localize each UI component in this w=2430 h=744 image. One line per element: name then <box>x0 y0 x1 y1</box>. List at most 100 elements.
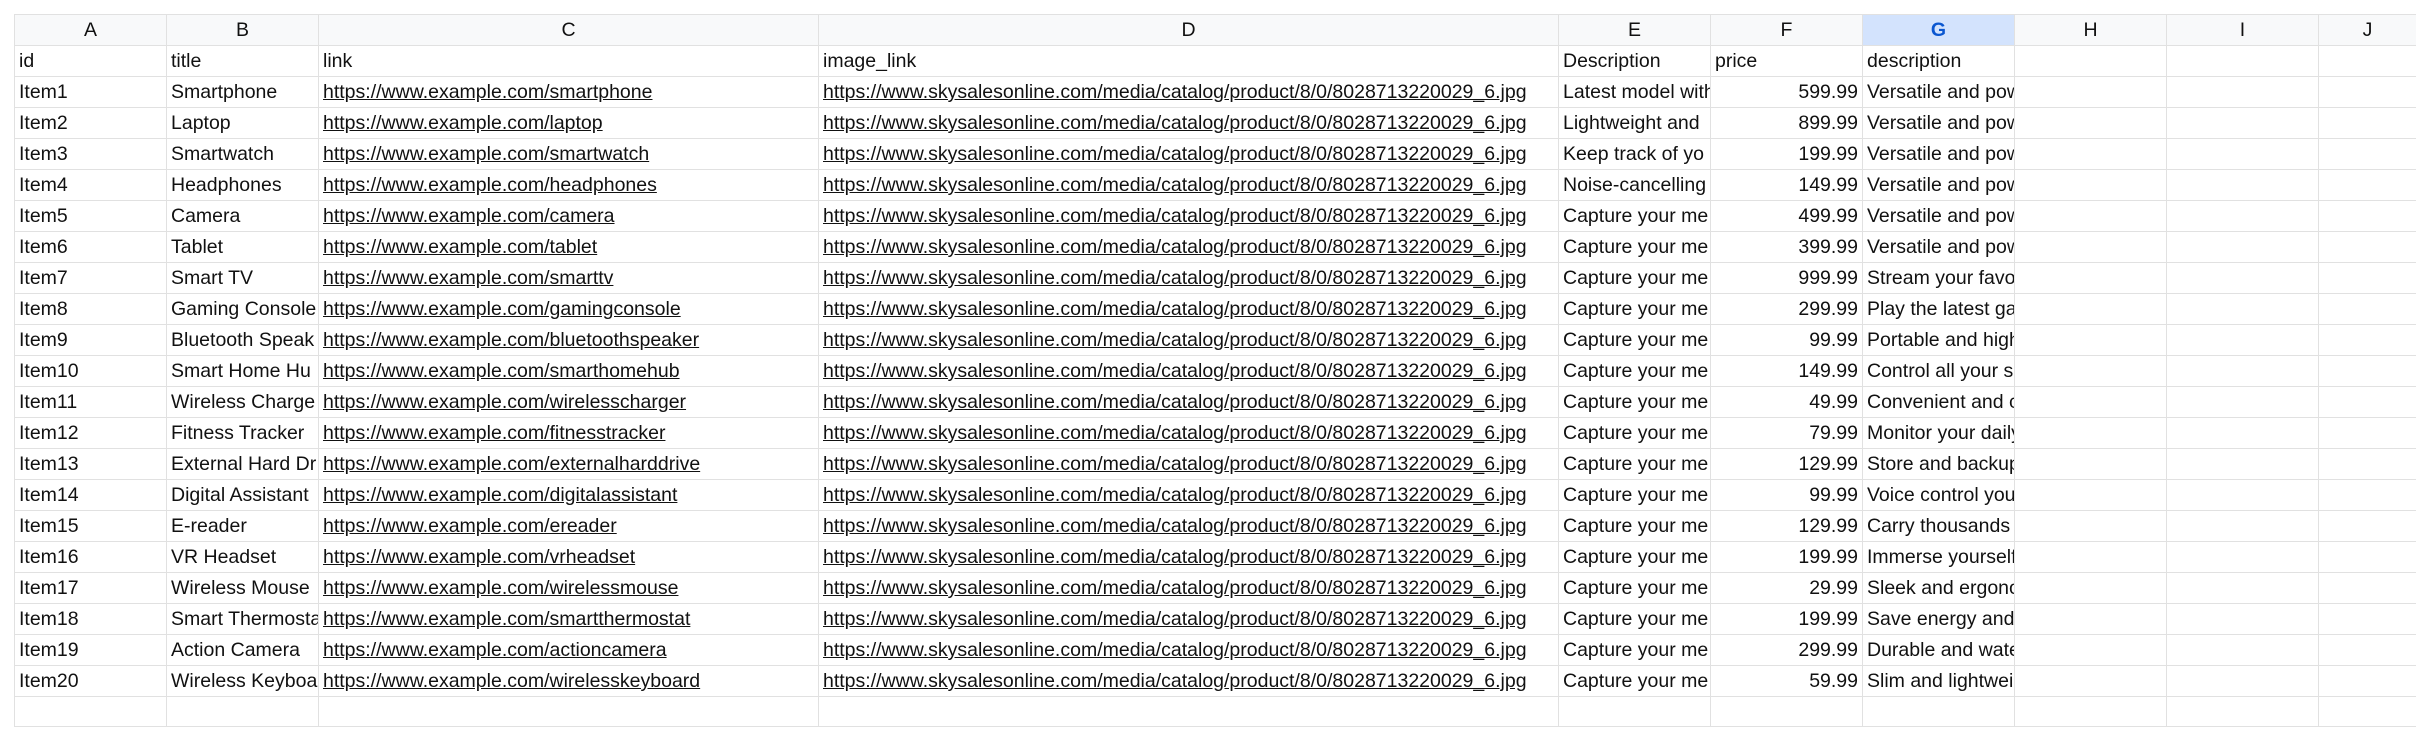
cell-description[interactable]: Durable and waterproof for all your adve… <box>1862 634 2015 666</box>
empty-cell[interactable] <box>2318 634 2416 666</box>
empty-cell[interactable] <box>2014 510 2167 542</box>
empty-cell[interactable] <box>2166 634 2319 666</box>
cell-description[interactable]: Capture your me <box>1558 231 1711 263</box>
cell-image-link[interactable]: https://www.skysalesonline.com/media/cat… <box>818 138 1559 170</box>
cell-link[interactable]: https://www.example.com/headphones <box>318 169 819 201</box>
cell-image-link[interactable]: https://www.skysalesonline.com/media/cat… <box>818 200 1559 232</box>
column-header-b[interactable]: B <box>166 14 319 46</box>
cell-description[interactable]: Capture your me <box>1558 603 1711 635</box>
cell-id[interactable]: Item12 <box>14 417 167 449</box>
empty-cell[interactable] <box>2166 603 2319 635</box>
empty-cell[interactable] <box>2014 231 2167 263</box>
cell-price[interactable]: 29.99 <box>1710 572 1863 604</box>
column-header-e[interactable]: E <box>1558 14 1711 46</box>
cell-description[interactable]: Versatile and powerful for work and play <box>1862 138 2015 170</box>
empty-cell[interactable] <box>2166 572 2319 604</box>
cell-price[interactable]: 49.99 <box>1710 386 1863 418</box>
cell-link[interactable]: https://www.example.com/gamingconsole <box>318 293 819 325</box>
cell-description[interactable]: Capture your me <box>1558 541 1711 573</box>
empty-cell[interactable] <box>2166 541 2319 573</box>
cell-image-link[interactable]: https://www.skysalesonline.com/media/cat… <box>818 448 1559 480</box>
cell-description[interactable]: Store and backup all your important file… <box>1862 448 2015 480</box>
cell-description[interactable]: Versatile and powerful for work and play <box>1862 76 2015 108</box>
empty-cell[interactable] <box>2166 696 2319 727</box>
empty-cell[interactable] <box>1558 696 1711 727</box>
cell-image-link[interactable]: https://www.skysalesonline.com/media/cat… <box>818 386 1559 418</box>
empty-cell[interactable] <box>2014 169 2167 201</box>
cell-price[interactable]: 129.99 <box>1710 510 1863 542</box>
cell-description[interactable]: Capture your me <box>1558 572 1711 604</box>
cell-description[interactable]: Capture your me <box>1558 634 1711 666</box>
cell-title[interactable]: Smart Home Hu <box>166 355 319 387</box>
cell-id[interactable]: Item18 <box>14 603 167 635</box>
cell-description[interactable]: Capture your me <box>1558 355 1711 387</box>
cell-image-link[interactable]: https://www.skysalesonline.com/media/cat… <box>818 665 1559 697</box>
empty-cell[interactable] <box>2014 634 2167 666</box>
cell-image-link[interactable]: https://www.skysalesonline.com/media/cat… <box>818 603 1559 635</box>
cell-description[interactable]: Portable and high-quality sound <box>1862 324 2015 356</box>
cell-description[interactable]: Convenient and clutter-free charging <box>1862 386 2015 418</box>
cell-price[interactable]: 199.99 <box>1710 138 1863 170</box>
empty-cell[interactable] <box>2014 479 2167 511</box>
cell-price[interactable]: 59.99 <box>1710 665 1863 697</box>
cell-price[interactable]: 79.99 <box>1710 417 1863 449</box>
empty-cell[interactable] <box>2166 293 2319 325</box>
empty-cell[interactable] <box>2318 169 2416 201</box>
cell-description[interactable]: Versatile and powerful for work and play <box>1862 200 2015 232</box>
header-cell[interactable]: id <box>14 45 167 77</box>
cell-link[interactable]: https://www.example.com/smartwatch <box>318 138 819 170</box>
column-header-i[interactable]: I <box>2166 14 2319 46</box>
empty-cell[interactable] <box>2318 355 2416 387</box>
cell-description[interactable]: Save energy and control your home temper… <box>1862 603 2015 635</box>
cell-image-link[interactable]: https://www.skysalesonline.com/media/cat… <box>818 510 1559 542</box>
empty-cell[interactable] <box>166 696 319 727</box>
cell-id[interactable]: Item8 <box>14 293 167 325</box>
cell-link[interactable]: https://www.example.com/wirelessmouse <box>318 572 819 604</box>
cell-title[interactable]: Fitness Tracker <box>166 417 319 449</box>
cell-image-link[interactable]: https://www.skysalesonline.com/media/cat… <box>818 231 1559 263</box>
cell-link[interactable]: https://www.example.com/actioncamera <box>318 634 819 666</box>
cell-image-link[interactable]: https://www.skysalesonline.com/media/cat… <box>818 634 1559 666</box>
cell-description[interactable]: Stream your favorite shows in 4K <box>1862 262 2015 294</box>
cell-image-link[interactable]: https://www.skysalesonline.com/media/cat… <box>818 169 1559 201</box>
cell-price[interactable]: 599.99 <box>1710 76 1863 108</box>
cell-description[interactable]: Capture your me <box>1558 479 1711 511</box>
empty-cell[interactable] <box>2014 355 2167 387</box>
cell-id[interactable]: Item10 <box>14 355 167 387</box>
cell-title[interactable]: Action Camera <box>166 634 319 666</box>
cell-id[interactable]: Item14 <box>14 479 167 511</box>
empty-cell[interactable] <box>2014 200 2167 232</box>
cell-id[interactable]: Item6 <box>14 231 167 263</box>
cell-link[interactable]: https://www.example.com/externalharddriv… <box>318 448 819 480</box>
empty-cell[interactable] <box>2166 231 2319 263</box>
cell-title[interactable]: Wireless Mouse <box>166 572 319 604</box>
cell-id[interactable]: Item2 <box>14 107 167 139</box>
header-cell[interactable]: price <box>1710 45 1863 77</box>
cell-image-link[interactable]: https://www.skysalesonline.com/media/cat… <box>818 541 1559 573</box>
cell-description[interactable]: Capture your me <box>1558 293 1711 325</box>
cell-description[interactable]: Capture your me <box>1558 510 1711 542</box>
cell-image-link[interactable]: https://www.skysalesonline.com/media/cat… <box>818 417 1559 449</box>
empty-cell[interactable] <box>2166 138 2319 170</box>
empty-cell[interactable] <box>2318 200 2416 232</box>
cell-link[interactable]: https://www.example.com/camera <box>318 200 819 232</box>
empty-cell[interactable] <box>2014 293 2167 325</box>
cell-image-link[interactable]: https://www.skysalesonline.com/media/cat… <box>818 572 1559 604</box>
cell-id[interactable]: Item11 <box>14 386 167 418</box>
empty-cell[interactable] <box>2318 541 2416 573</box>
empty-cell[interactable] <box>2318 386 2416 418</box>
cell-description[interactable]: Sleek and ergonomic design for comfortab… <box>1862 572 2015 604</box>
cell-description[interactable]: Voice control your smart home and get in… <box>1862 479 2015 511</box>
cell-link[interactable]: https://www.example.com/laptop <box>318 107 819 139</box>
cell-id[interactable]: Item7 <box>14 262 167 294</box>
empty-cell[interactable] <box>2318 510 2416 542</box>
cell-title[interactable]: Smartwatch <box>166 138 319 170</box>
cell-title[interactable]: Laptop <box>166 107 319 139</box>
empty-cell[interactable] <box>2014 386 2167 418</box>
cell-link[interactable]: https://www.example.com/ereader <box>318 510 819 542</box>
empty-cell[interactable] <box>2318 417 2416 449</box>
cell-title[interactable]: Gaming Console <box>166 293 319 325</box>
cell-id[interactable]: Item1 <box>14 76 167 108</box>
cell-image-link[interactable]: https://www.skysalesonline.com/media/cat… <box>818 76 1559 108</box>
cell-price[interactable]: 149.99 <box>1710 355 1863 387</box>
